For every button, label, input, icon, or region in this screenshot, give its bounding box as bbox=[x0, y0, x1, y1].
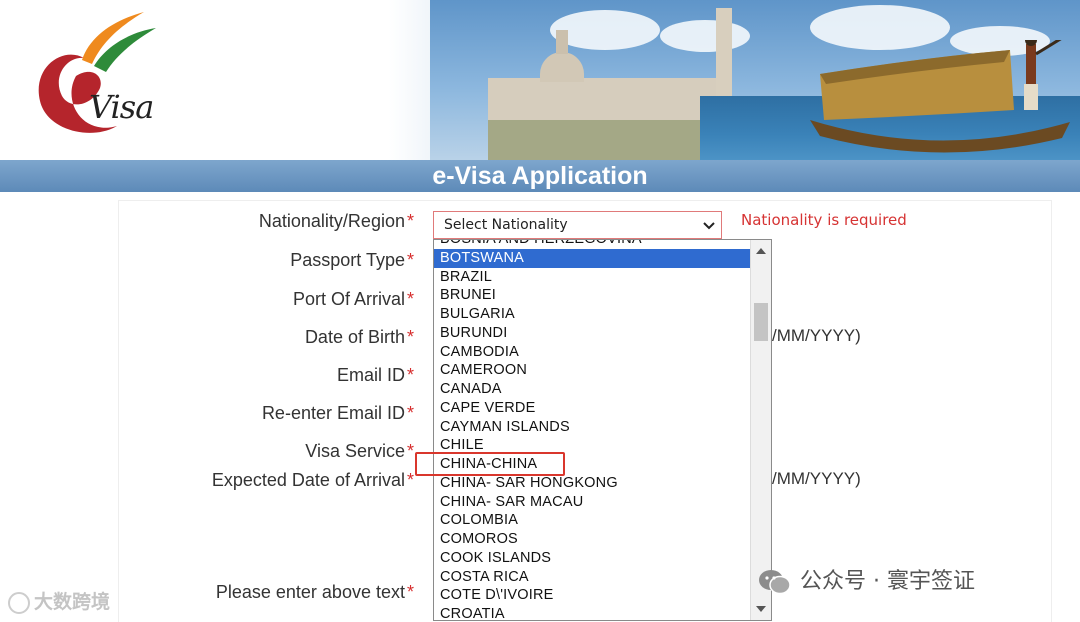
scroll-down-arrow-icon[interactable] bbox=[751, 600, 771, 618]
nationality-label: Nationality/Region * bbox=[258, 211, 414, 231]
option-item[interactable]: CHINA- SAR MACAU bbox=[434, 493, 752, 512]
date-of-birth-label: Date of Birth * bbox=[304, 327, 414, 347]
nationality-error: Nationality is required bbox=[741, 211, 907, 229]
option-item[interactable]: CAPE VERDE bbox=[434, 399, 752, 418]
expected-arrival-label: Expected Date of Arrival * bbox=[211, 470, 414, 490]
houseboat-image bbox=[810, 40, 1070, 153]
visa-service-label: Visa Service * bbox=[305, 441, 414, 461]
option-item[interactable]: BRAZIL bbox=[434, 268, 752, 287]
nationality-select-value: Select Nationality bbox=[444, 217, 568, 233]
option-item[interactable]: BOSNIA AND HERZEGOVINA bbox=[434, 240, 752, 249]
scroll-up-arrow-icon[interactable] bbox=[751, 242, 771, 260]
option-item[interactable]: BRUNEI bbox=[434, 286, 752, 305]
page-title-bar: e-Visa Application bbox=[0, 160, 1080, 192]
reenter-email-label: Re-enter Email ID * bbox=[261, 403, 414, 423]
watermark-left: 大数跨境 bbox=[8, 587, 110, 614]
option-item[interactable]: CAMBODIA bbox=[434, 343, 752, 362]
nationality-dropdown-list[interactable]: BOSNIA AND HERZEGOVINA BOTSWANA BRAZIL B… bbox=[433, 239, 772, 621]
option-item[interactable]: COLOMBIA bbox=[434, 511, 752, 530]
passport-type-label: Passport Type * bbox=[290, 250, 414, 270]
nationality-select[interactable]: Select Nationality bbox=[433, 211, 722, 239]
chevron-down-icon bbox=[703, 222, 715, 230]
arrival-format-hint: /MM/YYYY) bbox=[772, 469, 861, 488]
watermark-right: 公众号 · 寰宇签证 bbox=[758, 563, 975, 596]
option-item[interactable]: COTE D\'IVOIRE bbox=[434, 586, 752, 605]
option-item-selected[interactable]: BOTSWANA bbox=[434, 248, 752, 268]
logo-text: Visa bbox=[89, 88, 154, 126]
option-item[interactable]: COSTA RICA bbox=[434, 568, 752, 587]
dob-format-hint: /MM/YYYY) bbox=[772, 326, 861, 345]
scrollbar-thumb[interactable] bbox=[754, 303, 768, 341]
option-item[interactable]: BURUNDI bbox=[434, 324, 752, 343]
evisa-logo-icon bbox=[38, 12, 156, 133]
wechat-icon bbox=[759, 570, 791, 595]
option-item[interactable]: CANADA bbox=[434, 380, 752, 399]
option-item[interactable]: CAYMAN ISLANDS bbox=[434, 418, 752, 437]
option-item[interactable]: BULGARIA bbox=[434, 305, 752, 324]
annotation-highlight-box bbox=[415, 452, 565, 476]
header-banner: Visa bbox=[0, 0, 1080, 160]
watermark-logo-icon bbox=[8, 591, 30, 614]
option-list: BOSNIA AND HERZEGOVINA BOTSWANA BRAZIL B… bbox=[434, 240, 752, 620]
option-item[interactable]: CAMEROON bbox=[434, 361, 752, 380]
option-item[interactable]: CROATIA bbox=[434, 605, 752, 620]
email-label: Email ID * bbox=[336, 365, 414, 385]
page-title: e-Visa Application bbox=[432, 162, 648, 190]
captcha-label: Please enter above text * bbox=[215, 582, 414, 602]
option-item[interactable]: CHINA- SAR HONGKONG bbox=[434, 474, 752, 493]
option-item[interactable]: COOK ISLANDS bbox=[434, 549, 752, 568]
option-item[interactable]: COMOROS bbox=[434, 530, 752, 549]
port-of-arrival-label: Port Of Arrival * bbox=[292, 289, 414, 309]
